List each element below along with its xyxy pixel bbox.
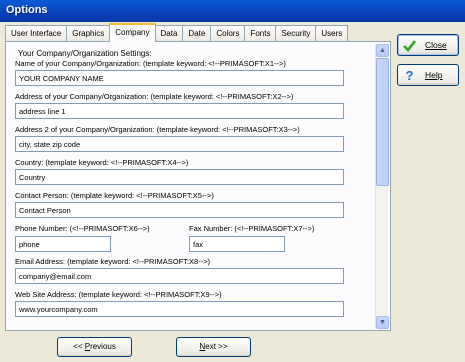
scroll-thumb[interactable] — [376, 58, 389, 186]
previous-button[interactable]: << Previous — [57, 337, 132, 357]
next-rest: ext >> — [205, 342, 228, 351]
tab-graphics[interactable]: Graphics — [66, 25, 111, 42]
contact-person-label: Contact Person: (template keyword: <!--P… — [15, 191, 214, 200]
email-field[interactable]: company@email.com — [15, 268, 344, 284]
previous-rest: revious — [90, 342, 116, 351]
tab-company[interactable]: Company — [109, 23, 156, 42]
check-icon — [402, 38, 417, 53]
tab-strip: User Interface Graphics Company Data Dat… — [5, 23, 349, 42]
address2-label: Address 2 of your Company/Organization: … — [15, 125, 300, 134]
company-tab-panel: Your Company/Organization Settings: Name… — [5, 41, 391, 331]
scroll-down-button[interactable]: ▼ — [376, 316, 389, 329]
country-label: Country: (template keyword: <!--PRIMASOF… — [15, 158, 189, 167]
address-label: Address of your Company/Organization: (t… — [15, 92, 294, 101]
tab-security[interactable]: Security — [275, 25, 317, 42]
company-name-field[interactable]: YOUR COMPANY NAME — [15, 70, 344, 86]
company-name-label: Name of your Company/Organization: (temp… — [15, 59, 286, 68]
next-button[interactable]: Next >> — [176, 337, 251, 357]
scroll-up-button[interactable]: ▲ — [376, 44, 389, 57]
help-button-label: Help — [425, 70, 443, 80]
address-field[interactable]: address line 1 — [15, 103, 344, 119]
settings-scroll-area: Your Company/Organization Settings: Name… — [9, 45, 379, 329]
tab-fonts[interactable]: Fonts — [244, 25, 277, 42]
fax-label: Fax Number: (<!--PRIMASOFT:X7-->) — [189, 224, 315, 233]
group-title: Your Company/Organization Settings: — [18, 49, 152, 58]
phone-field[interactable]: phone — [15, 236, 111, 252]
tab-data[interactable]: Data — [154, 25, 184, 42]
tab-user-interface[interactable]: User Interface — [5, 25, 68, 42]
close-button[interactable]: Close — [397, 34, 459, 56]
country-field[interactable]: Country — [15, 169, 344, 185]
vertical-scrollbar[interactable]: ▲ ▼ — [375, 44, 389, 329]
contact-person-field[interactable]: Contact Person — [15, 202, 344, 218]
tab-date[interactable]: Date — [182, 25, 212, 42]
fax-field[interactable]: fax — [189, 236, 285, 252]
window-title: Options — [0, 0, 465, 22]
question-icon: ? — [405, 67, 414, 83]
phone-label: Phone Number: (<!--PRIMASOFT:X6-->) — [15, 224, 150, 233]
help-button[interactable]: ? Help — [397, 64, 459, 86]
website-field[interactable]: www.yourcompany.com — [15, 301, 344, 317]
close-button-label: Close — [425, 40, 447, 50]
email-label: Email Address: (template keyword: <!--PR… — [15, 257, 211, 266]
tab-users[interactable]: Users — [315, 25, 349, 42]
previous-prefix: << — [73, 342, 85, 351]
website-label: Web Site Address: (template keyword: <!-… — [15, 290, 222, 299]
tab-colors[interactable]: Colors — [210, 25, 246, 42]
address2-field[interactable]: city, state zip code — [15, 136, 344, 152]
